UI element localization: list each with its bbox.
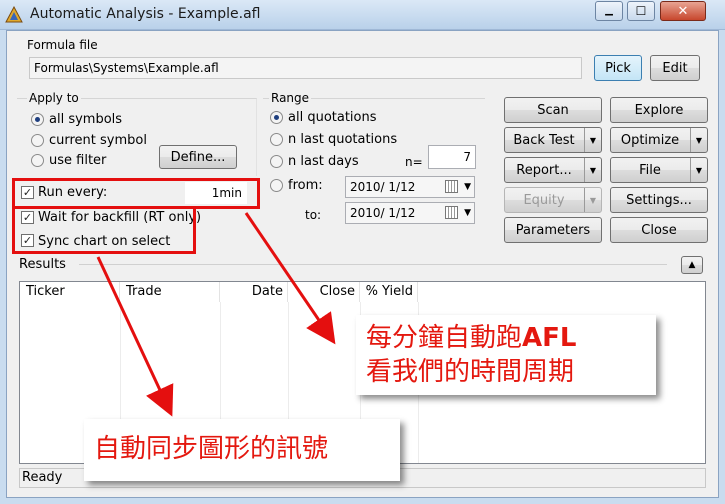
run-every-annotation: 每分鐘自動跑AFL 看我們的時間周期: [356, 315, 656, 395]
arrow-to-sync-note: [96, 256, 174, 417]
run-every-annotation-line1: 每分鐘自動跑AFL: [366, 321, 646, 355]
run-every-annotation-afl: AFL: [522, 323, 577, 353]
run-every-annotation-line2: 看我們的時間周期: [366, 357, 575, 387]
run-every-annotation-cjk: 每分鐘自動跑: [366, 323, 523, 353]
arrow-to-run-every-note: [244, 212, 336, 345]
sync-annotation: 自動同步圖形的訊號: [84, 419, 400, 481]
